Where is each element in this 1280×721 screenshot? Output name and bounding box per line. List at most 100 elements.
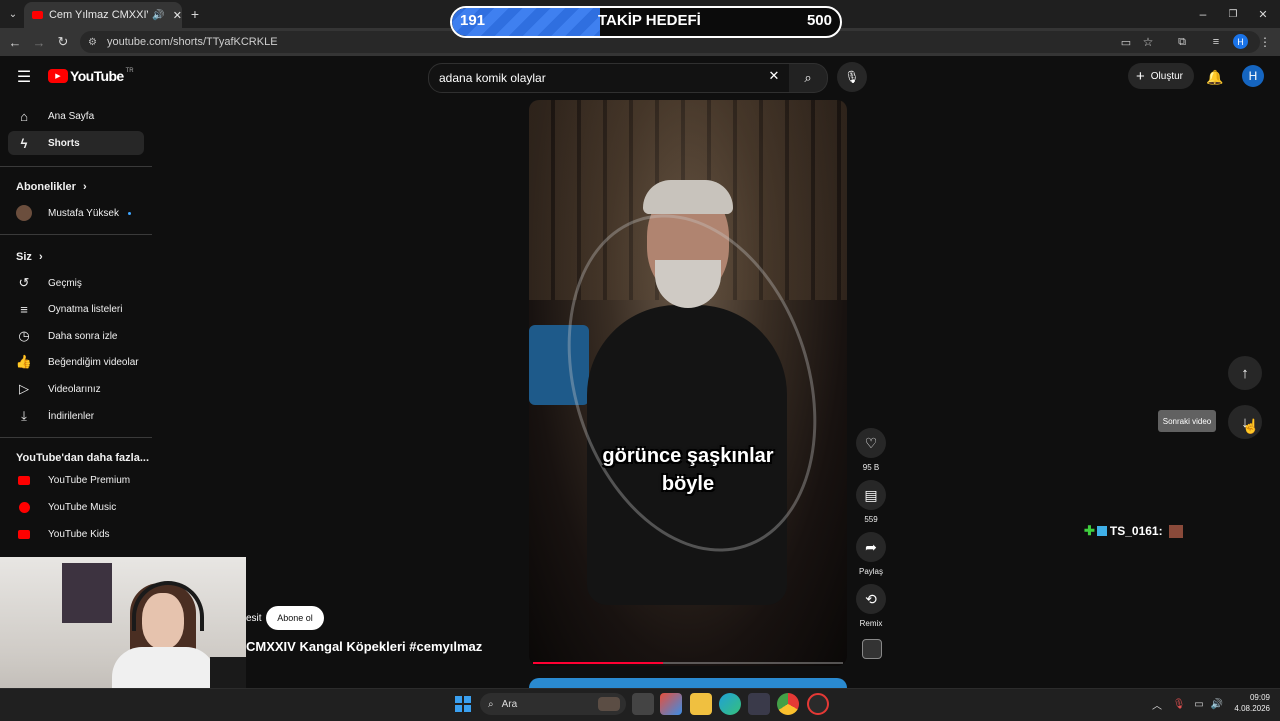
restore-icon[interactable]: ❐: [1224, 5, 1242, 23]
youtube-logo[interactable]: ▶ YouTube TR: [48, 68, 134, 84]
sidebar-item-your-videos[interactable]: ▷ Videolarınız: [8, 377, 144, 401]
sidebar-item-kids[interactable]: YouTube Kids: [8, 522, 144, 546]
share-button[interactable]: ➦: [856, 532, 886, 562]
volume-icon[interactable]: 🔊: [1210, 697, 1224, 711]
clock-icon: ◷: [18, 328, 30, 343]
follow-goal-overlay: 191 TAKİP HEDEFİ 500: [450, 6, 842, 38]
sound-thumbnail[interactable]: [862, 639, 882, 659]
webcam-wall-poster: [62, 563, 112, 623]
profile-avatar[interactable]: H: [1233, 34, 1248, 49]
sidebar-divider: [0, 437, 152, 438]
search-query: adana komik olaylar: [439, 71, 546, 85]
forward-icon[interactable]: →: [30, 33, 48, 51]
browser-tab[interactable]: Cem Yılmaz CMXXIV Kangal 🔊 ✕: [24, 2, 182, 28]
short-title[interactable]: CMXXIV Kangal Köpekleri #cemyılmaz: [246, 639, 482, 654]
taskbar-search[interactable]: ⌕ Ara: [480, 693, 626, 715]
remix-label: Remix: [859, 619, 883, 628]
search-icon: ⌕: [804, 70, 812, 85]
clear-search-icon[interactable]: ✕: [766, 68, 782, 84]
clock-time: 09:09: [1249, 693, 1270, 702]
region-code: TR: [125, 68, 134, 74]
chrome-icon[interactable]: [777, 693, 799, 715]
more-from-youtube-heading: YouTube'dan daha fazla...: [16, 452, 149, 464]
account-avatar[interactable]: H: [1242, 65, 1264, 87]
chat-username: TS_0161:: [1109, 524, 1163, 538]
previous-video-button[interactable]: ↑: [1228, 356, 1262, 390]
taskbar-clock[interactable]: 09:09 4.08.2026: [1228, 692, 1270, 714]
you-heading[interactable]: Siz ›: [16, 251, 43, 263]
comment-icon: ▤: [864, 486, 878, 503]
record-app-icon[interactable]: [807, 693, 829, 715]
sidebar-item-music[interactable]: YouTube Music: [8, 495, 144, 519]
microphone-icon: 🎙: [844, 70, 860, 84]
store-icon[interactable]: [748, 693, 770, 715]
video-caption: görünce şaşkınlar böyle: [529, 442, 847, 498]
back-icon[interactable]: ←: [6, 33, 24, 51]
follow-goal-current: 191: [460, 12, 486, 29]
youtube-premium-icon: [8, 475, 40, 485]
clock-date: 4.08.2026: [1234, 704, 1270, 713]
remix-button[interactable]: ⟲: [856, 584, 886, 614]
search-input[interactable]: adana komik olaylar: [428, 63, 791, 93]
sidebar-item-premium[interactable]: YouTube Premium: [8, 468, 144, 492]
site-info-icon[interactable]: ⚙: [88, 37, 97, 48]
task-view-icon[interactable]: [632, 693, 654, 715]
tab-title: Cem Yılmaz CMXXIV Kangal: [48, 9, 148, 21]
sidebar-item-history[interactable]: ↺ Geçmiş: [8, 271, 144, 295]
sidebar-item-playlists[interactable]: ≡ Oynatma listeleri: [8, 297, 144, 321]
tab-audio-icon[interactable]: 🔊: [152, 10, 164, 21]
follow-goal-label: TAKİP HEDEFİ: [598, 12, 701, 29]
minimize-icon[interactable]: –: [1194, 5, 1212, 23]
subscribe-button[interactable]: Abone ol: [266, 606, 324, 630]
like-button[interactable]: ♡: [856, 428, 886, 458]
short-video-player[interactable]: görünce şaşkınlar böyle: [529, 100, 847, 666]
youtube-wordmark: YouTube: [70, 68, 124, 84]
history-icon: ↺: [18, 275, 30, 290]
hamburger-menu-icon[interactable]: ☰: [14, 67, 34, 87]
reload-icon[interactable]: ↻: [54, 33, 72, 51]
heart-icon: ♡: [864, 434, 878, 451]
sidebar-item-home[interactable]: ⌂ Ana Sayfa: [8, 104, 144, 128]
sidebar-item-watch-later[interactable]: ◷ Daha sonra izle: [8, 324, 144, 348]
subscriptions-heading[interactable]: Abonelikler ›: [16, 181, 87, 193]
copilot-icon[interactable]: [660, 693, 682, 715]
extensions-icon[interactable]: ⧉: [1174, 34, 1190, 50]
sidebar-item-subscription[interactable]: Mustafa Yüksek: [8, 201, 144, 225]
network-icon[interactable]: ▭: [1192, 697, 1206, 711]
sidebar-item-shorts[interactable]: ϟ Shorts: [8, 131, 144, 155]
create-button[interactable]: + Oluştur: [1128, 63, 1194, 89]
remix-icon: ⟲: [865, 590, 877, 607]
voice-search-button[interactable]: 🎙: [837, 62, 867, 92]
channel-name-fragment[interactable]: esit: [246, 613, 262, 624]
share-icon: ➦: [865, 538, 877, 555]
sidebar-item-liked[interactable]: 👍 Beğendiğim videolar: [8, 350, 144, 374]
reading-list-icon[interactable]: ≡: [1208, 34, 1224, 50]
sidebar-item-downloads[interactable]: ⤓ İndirilenler: [8, 404, 144, 428]
video-progress-track[interactable]: [533, 662, 843, 664]
taskbar-search-label: Ara: [501, 698, 518, 710]
tab-search-icon[interactable]: ⌄: [4, 5, 22, 23]
arrow-up-icon: ↑: [1241, 364, 1249, 382]
bookmark-star-icon[interactable]: ☆: [1140, 34, 1156, 50]
tab-close-icon[interactable]: ✕: [173, 9, 182, 22]
channel-avatar: [8, 205, 40, 221]
tray-chevron-icon[interactable]: ︿: [1150, 697, 1164, 712]
search-icon: ⌕: [488, 698, 494, 710]
new-tab-icon[interactable]: +: [186, 5, 204, 23]
like-count: 95 B: [862, 463, 880, 472]
comments-button[interactable]: ▤: [856, 480, 886, 510]
chevron-right-icon: ›: [38, 251, 43, 263]
download-icon: ⤓: [21, 408, 27, 423]
search-button[interactable]: ⌕: [789, 63, 828, 93]
file-explorer-icon[interactable]: [690, 693, 712, 715]
home-icon: ⌂: [20, 108, 28, 124]
window-close-icon[interactable]: ✕: [1254, 5, 1272, 23]
video-progress-fill: [533, 662, 664, 664]
browser-menu-icon[interactable]: ⋮: [1258, 34, 1272, 50]
notifications-bell-icon[interactable]: 🔔: [1205, 67, 1225, 87]
video-person-hair: [643, 180, 733, 214]
windows-start-icon[interactable]: [455, 696, 471, 712]
microphone-tray-icon[interactable]: 🎙: [1172, 697, 1186, 711]
edge-icon[interactable]: [719, 693, 741, 715]
cast-icon[interactable]: ▭: [1118, 34, 1134, 50]
